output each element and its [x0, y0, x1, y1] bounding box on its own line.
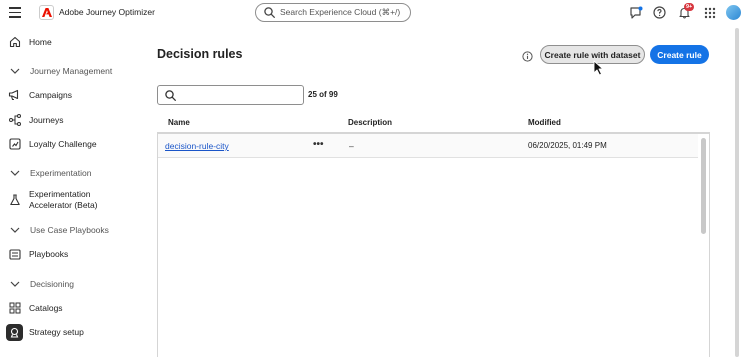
sidebar-item-label: Home: [29, 36, 52, 47]
notification-count-badge: 9+: [684, 3, 695, 11]
global-search[interactable]: Search Experience Cloud (⌘+/): [255, 3, 411, 22]
sidebar-section-experimentation[interactable]: Experimentation: [0, 163, 150, 183]
sidebar-item-experimentation-accelerator[interactable]: Experimentation Accelerator (Beta): [0, 188, 150, 212]
chevron-down-icon: [8, 224, 21, 237]
sidebar-item-label: Strategy setup: [29, 326, 84, 337]
sidebar-section-use-case-playbooks[interactable]: Use Case Playbooks: [0, 220, 150, 240]
sidebar-item-journeys[interactable]: Journeys: [0, 110, 150, 130]
search-placeholder: Search Experience Cloud (⌘+/): [280, 7, 401, 17]
column-header-name[interactable]: Name: [168, 118, 190, 127]
feedback-chat-icon[interactable]: [628, 5, 643, 20]
app-title[interactable]: Adobe Journey Optimizer: [59, 7, 155, 17]
sidebar-item-strategy-setup[interactable]: Strategy setup: [0, 322, 150, 342]
sidebar-item-label: Loyalty Challenge: [29, 138, 97, 149]
journey-icon: [8, 114, 21, 127]
sidebar-item-label: Playbooks: [29, 248, 69, 259]
apps-grid-icon[interactable]: [702, 5, 717, 20]
column-header-description[interactable]: Description: [348, 118, 392, 127]
flask-icon: [8, 194, 21, 207]
rules-search-input[interactable]: [157, 85, 304, 105]
rule-modified: 06/20/2025, 01:49 PM: [528, 141, 607, 150]
page-title: Decision rules: [157, 47, 243, 61]
chevron-down-icon: [8, 65, 21, 78]
sidebar-section-journey-management[interactable]: Journey Management: [0, 61, 150, 81]
home-icon: [8, 36, 21, 49]
catalog-icon: [8, 302, 21, 315]
strategy-icon: [6, 323, 23, 341]
sidebar-section-label: Use Case Playbooks: [30, 224, 109, 235]
sidebar-nav: Home Journey Management Campaigns Journe…: [0, 26, 150, 357]
page-scrollbar[interactable]: [735, 28, 739, 357]
sidebar-item-label: Catalogs: [29, 302, 63, 313]
sidebar-item-playbooks[interactable]: Playbooks: [0, 244, 150, 264]
playbook-icon: [8, 248, 21, 261]
user-avatar[interactable]: [726, 5, 741, 20]
mouse-cursor-icon: [593, 60, 604, 76]
sidebar-item-campaigns[interactable]: Campaigns: [0, 85, 150, 105]
table-row[interactable]: decision-rule-city ••• – 06/20/2025, 01:…: [158, 134, 698, 158]
hamburger-menu-icon[interactable]: [9, 7, 21, 18]
sidebar-section-label: Experimentation: [30, 167, 92, 178]
sidebar-section-label: Decisioning: [30, 278, 74, 289]
challenge-icon: [8, 138, 21, 151]
sidebar-item-catalogs[interactable]: Catalogs: [0, 298, 150, 318]
chevron-down-icon: [8, 278, 21, 291]
chevron-down-icon: [8, 167, 21, 180]
create-rule-button[interactable]: Create rule: [650, 45, 709, 64]
rule-name-link[interactable]: decision-rule-city: [165, 141, 229, 151]
sidebar-item-label: Campaigns: [29, 89, 72, 100]
sidebar-item-label: Experimentation Accelerator (Beta): [29, 189, 98, 210]
rules-table: [157, 133, 710, 357]
top-bar: Adobe Journey Optimizer Search Experienc…: [0, 0, 750, 26]
column-header-modified[interactable]: Modified: [528, 118, 561, 127]
rule-description: –: [349, 141, 354, 151]
sidebar-item-label: Journeys: [29, 114, 64, 125]
megaphone-icon: [8, 89, 21, 102]
help-icon[interactable]: [652, 5, 667, 20]
sidebar-section-decisioning[interactable]: Decisioning: [0, 274, 150, 294]
search-icon: [165, 89, 176, 101]
sidebar-item-home[interactable]: Home: [0, 32, 150, 52]
sidebar-section-label: Journey Management: [30, 65, 113, 76]
more-actions-button[interactable]: •••: [313, 139, 324, 150]
info-icon[interactable]: [522, 49, 533, 62]
search-icon: [264, 7, 275, 18]
sidebar-item-loyalty-challenge[interactable]: Loyalty Challenge: [0, 134, 150, 154]
adobe-logo-icon: [39, 5, 54, 20]
table-scrollbar-thumb[interactable]: [701, 138, 706, 234]
result-count: 25 of 99: [308, 90, 338, 99]
